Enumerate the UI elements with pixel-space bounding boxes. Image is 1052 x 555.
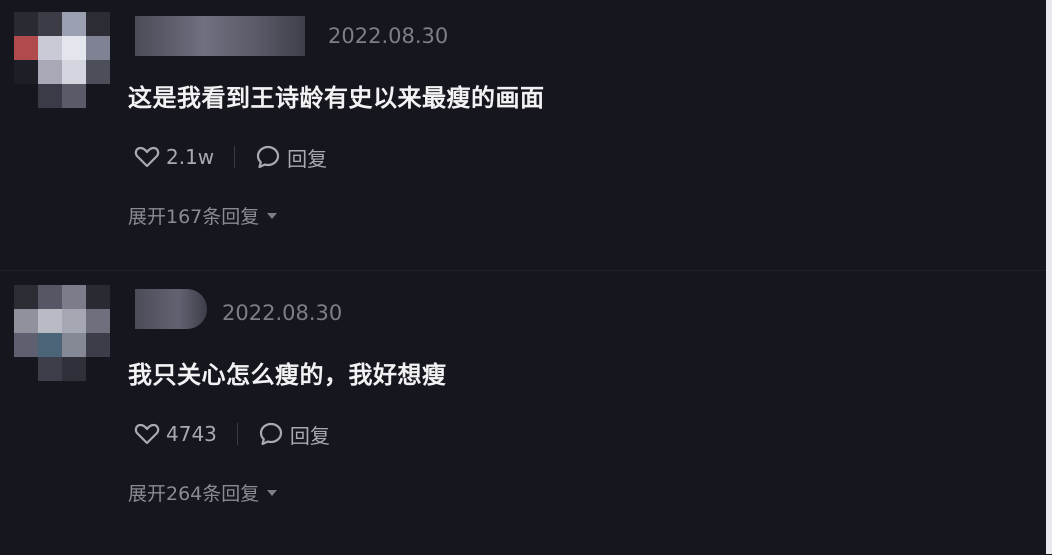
comment-list: 2022.08.30 这是我看到王诗龄有史以来最瘦的画面 2.1w 回复 展开1… — [0, 0, 1052, 554]
comment-text: 这是我看到王诗龄有史以来最瘦的画面 — [128, 84, 545, 112]
expand-replies-button[interactable]: 展开167条回复 — [128, 202, 278, 229]
avatar[interactable] — [14, 285, 110, 381]
like-count: 4743 — [166, 422, 217, 446]
expand-replies-button[interactable]: 展开264条回复 — [128, 479, 278, 506]
reply-button[interactable]: 回复 — [255, 143, 327, 172]
comment-actions: 2.1w 回复 — [134, 142, 327, 172]
like-button[interactable]: 2.1w — [134, 145, 214, 169]
comment-item: 2022.08.30 这是我看到王诗龄有史以来最瘦的画面 2.1w 回复 展开1… — [0, 0, 1052, 270]
avatar[interactable] — [14, 12, 110, 108]
comment-text: 我只关心怎么瘦的，我好想瘦 — [128, 361, 447, 389]
reply-button[interactable]: 回复 — [258, 420, 330, 449]
expand-replies-label: 展开167条回复 — [128, 206, 260, 228]
reply-label: 回复 — [287, 146, 328, 171]
heart-icon — [134, 146, 160, 168]
like-button[interactable]: 4743 — [134, 422, 217, 446]
username-blurred[interactable] — [135, 16, 305, 56]
username-blurred[interactable] — [135, 289, 207, 329]
like-count: 2.1w — [166, 145, 215, 169]
divider — [236, 423, 238, 445]
caret-down-icon — [267, 212, 278, 219]
comment-date: 2022.08.30 — [328, 24, 449, 48]
screen-edge — [1046, 0, 1052, 554]
reply-label: 回复 — [289, 423, 330, 448]
comment-date: 2022.08.30 — [222, 301, 343, 325]
divider — [234, 146, 236, 168]
expand-replies-label: 展开264条回复 — [128, 483, 260, 505]
speech-bubble-icon — [257, 145, 280, 169]
heart-icon — [134, 423, 160, 445]
caret-down-icon — [267, 489, 278, 496]
speech-bubble-icon — [259, 422, 283, 446]
comment-item: 2022.08.30 我只关心怎么瘦的，我好想瘦 4743 回复 展开264条回… — [0, 270, 1052, 555]
comment-actions: 4743 回复 — [134, 419, 330, 449]
